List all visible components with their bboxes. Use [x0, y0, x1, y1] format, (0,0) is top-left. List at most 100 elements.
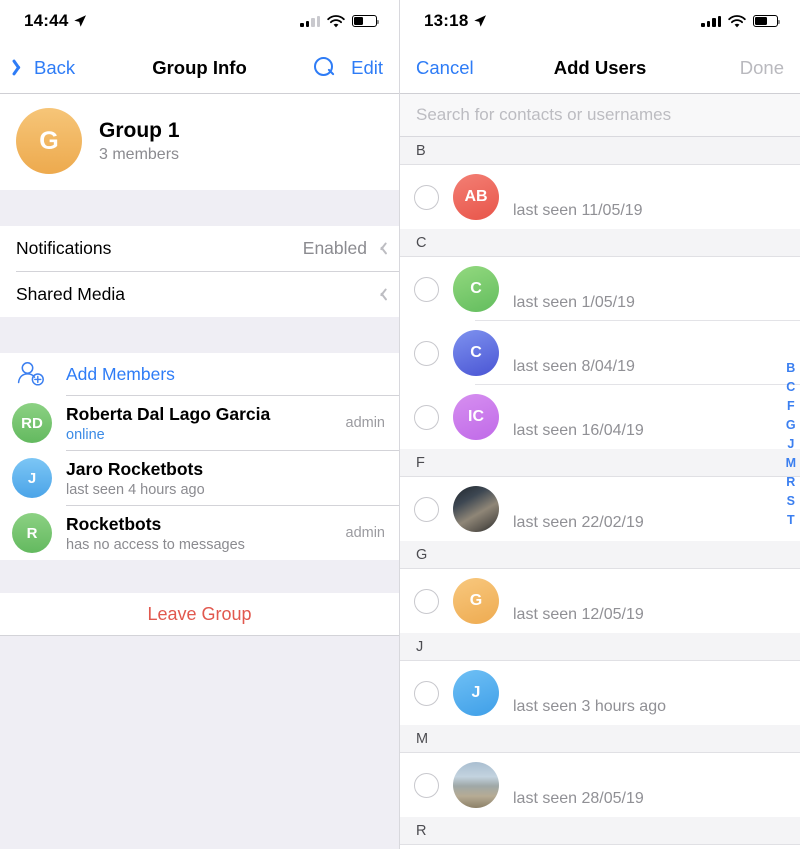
- add-members-button[interactable]: Add Members: [0, 353, 399, 395]
- members-section: Add Members RD Roberta Dal Lago Garcia o…: [0, 353, 399, 560]
- group-header-section: G Group 1 3 members: [0, 94, 399, 190]
- index-letter[interactable]: S: [787, 495, 795, 508]
- contact-name: [513, 185, 786, 202]
- group-header-text: Group 1 3 members: [99, 118, 180, 164]
- section-header-f: F: [400, 449, 800, 477]
- index-letter[interactable]: B: [786, 362, 795, 375]
- select-checkbox[interactable]: [414, 276, 439, 302]
- contact-name: [513, 277, 786, 294]
- search-icon[interactable]: [314, 57, 335, 78]
- right-nav-actions: Done: [740, 57, 784, 79]
- location-arrow-icon: [74, 15, 87, 27]
- section-gap-1: [0, 190, 399, 226]
- search-bar[interactable]: Search for contacts or usernames: [400, 94, 800, 137]
- wifi-icon: [327, 14, 345, 27]
- index-letter[interactable]: G: [786, 419, 796, 432]
- contact-row[interactable]: IC last seen 16/04/19: [400, 385, 800, 449]
- alphabet-index-strip[interactable]: B C F G J M R S T: [786, 362, 796, 527]
- select-checkbox[interactable]: [414, 588, 439, 614]
- contact-row[interactable]: C last seen 1/05/19: [400, 257, 800, 321]
- contact-status: last seen 28/05/19: [513, 789, 644, 807]
- contact-row[interactable]: J last seen 3 hours ago: [400, 661, 800, 725]
- settings-section: Notifications Enabled Shared Media: [0, 226, 399, 317]
- contact-avatar-photo: [453, 486, 499, 532]
- section-letter: J: [416, 638, 424, 655]
- done-button[interactable]: Done: [740, 57, 784, 79]
- index-letter[interactable]: F: [787, 400, 795, 413]
- select-checkbox[interactable]: [414, 340, 439, 366]
- section-letter: B: [416, 142, 426, 159]
- contact-row[interactable]: G last seen 12/05/19: [400, 569, 800, 633]
- group-header[interactable]: G Group 1 3 members: [0, 94, 399, 190]
- dual-phone-screenshot: 14:44 Back Group Info Edit G Group 1 3 m…: [0, 0, 800, 849]
- index-letter[interactable]: T: [787, 514, 795, 527]
- section-header-r: R: [400, 817, 800, 845]
- member-name: Rocketbots: [66, 513, 162, 534]
- contact-avatar-initials: G: [469, 592, 483, 609]
- select-checkbox[interactable]: [414, 404, 439, 430]
- group-avatar: G: [16, 108, 82, 174]
- contact-avatar-initials: AB: [464, 188, 488, 205]
- cellular-signal-icon: [300, 15, 320, 27]
- cancel-button[interactable]: Cancel: [416, 57, 474, 79]
- contact-avatar: G: [453, 578, 499, 624]
- back-button[interactable]: Back: [16, 57, 75, 79]
- shared-media-label: Shared Media: [16, 284, 125, 304]
- index-letter[interactable]: R: [786, 476, 795, 489]
- left-status-bar: 14:44: [0, 0, 399, 42]
- contact-body: last seen 8/04/19: [513, 321, 786, 385]
- contact-avatar-initials: C: [470, 344, 482, 361]
- edit-button[interactable]: Edit: [351, 57, 383, 79]
- chevron-right-icon: [376, 287, 385, 302]
- settings-row-shared-media[interactable]: Shared Media: [0, 272, 399, 317]
- member-name: Roberta Dal Lago Garcia: [66, 403, 271, 424]
- contact-body: last seen 1/05/19: [513, 257, 786, 321]
- section-letter: F: [416, 454, 425, 471]
- section-gap-2: [0, 317, 399, 353]
- index-letter[interactable]: J: [787, 438, 794, 451]
- wifi-icon: [728, 14, 746, 27]
- member-avatar: J: [12, 458, 52, 498]
- select-checkbox[interactable]: [414, 680, 439, 706]
- member-text: Rocketbots has no access to messages: [66, 514, 245, 553]
- contact-row[interactable]: R last seen 27/05/19: [400, 845, 800, 849]
- leave-group-section: Leave Group: [0, 593, 399, 635]
- left-bottom-filler: [0, 636, 399, 849]
- section-letter: G: [416, 546, 428, 563]
- section-header-c: C: [400, 229, 800, 257]
- member-row[interactable]: R Rocketbots has no access to messages a…: [0, 506, 399, 560]
- contact-row[interactable]: AB last seen 11/05/19: [400, 165, 800, 229]
- member-row[interactable]: RD Roberta Dal Lago Garcia online admin: [0, 396, 399, 450]
- contact-row[interactable]: last seen 22/02/19: [400, 477, 800, 541]
- select-checkbox[interactable]: [414, 772, 439, 798]
- member-row[interactable]: J Jaro Rocketbots last seen 4 hours ago: [0, 451, 399, 505]
- notifications-value: Enabled: [302, 238, 367, 258]
- member-status: online: [66, 426, 105, 443]
- add-person-icon: [17, 362, 44, 386]
- member-status: last seen 4 hours ago: [66, 481, 205, 498]
- leave-group-button[interactable]: Leave Group: [0, 593, 399, 635]
- contact-row[interactable]: last seen 28/05/19: [400, 753, 800, 817]
- contact-body: last seen 27/05/19: [513, 845, 786, 849]
- index-letter[interactable]: M: [786, 457, 796, 470]
- left-status-indicators: [300, 14, 380, 28]
- location-arrow-icon: [474, 15, 487, 27]
- select-checkbox[interactable]: [414, 496, 439, 522]
- contact-body: last seen 22/02/19: [513, 477, 786, 541]
- add-members-label: Add Members: [66, 363, 175, 384]
- index-letter[interactable]: C: [786, 381, 795, 394]
- contact-name: [513, 681, 786, 698]
- contact-status: last seen 16/04/19: [513, 421, 644, 439]
- contact-name: [513, 341, 786, 358]
- contact-avatar-initials: J: [471, 684, 481, 701]
- cancel-label: Cancel: [416, 56, 474, 78]
- section-header-j: J: [400, 633, 800, 661]
- member-avatar-initials: RD: [21, 414, 43, 432]
- left-scroll-body: G Group 1 3 members Notifications Enable…: [0, 94, 399, 849]
- member-text: Jaro Rocketbots last seen 4 hours ago: [66, 459, 205, 498]
- member-text: Roberta Dal Lago Garcia online: [66, 404, 270, 443]
- contact-row[interactable]: C last seen 8/04/19: [400, 321, 800, 385]
- contact-status: last seen 1/05/19: [513, 293, 635, 311]
- select-checkbox[interactable]: [414, 184, 439, 210]
- settings-row-notifications[interactable]: Notifications Enabled: [0, 226, 399, 271]
